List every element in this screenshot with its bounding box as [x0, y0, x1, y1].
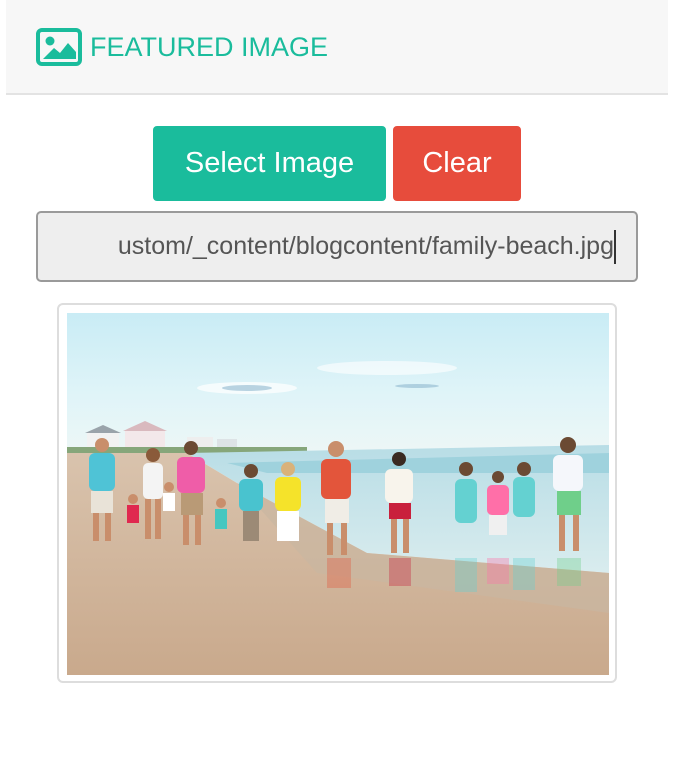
panel-title: FEATURED IMAGE — [90, 32, 329, 62]
family-beach-photo — [67, 313, 609, 675]
featured-image-panel: FEATURED IMAGE Select Image Clear — [0, 0, 678, 778]
panel-header: FEATURED IMAGE — [6, 0, 668, 95]
image-preview-frame — [57, 303, 617, 683]
clear-button[interactable]: Clear — [393, 126, 521, 201]
image-icon — [36, 28, 82, 66]
select-image-button[interactable]: Select Image — [153, 126, 386, 201]
text-caret — [614, 230, 616, 264]
image-path-input[interactable] — [36, 211, 638, 282]
